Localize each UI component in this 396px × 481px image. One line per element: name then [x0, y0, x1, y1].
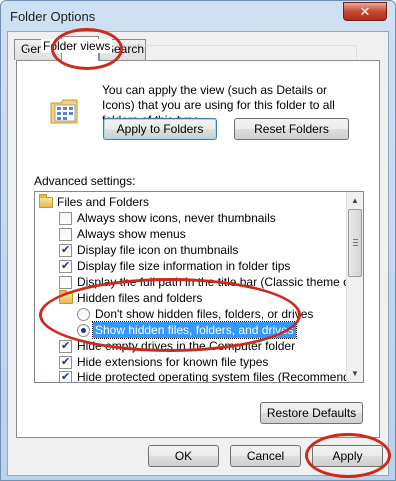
scrollbar-thumb[interactable] — [348, 209, 362, 277]
tree-label: Always show icons, never thumbnails — [77, 211, 276, 225]
folder-options-window: Folder Options ✕ General View Search Fol… — [0, 0, 396, 481]
checkbox-checked[interactable] — [59, 369, 72, 382]
radio-unselected[interactable] — [77, 308, 90, 321]
tree-label: Hide extensions for known file types — [77, 355, 269, 369]
tree-label: Display file size information in folder … — [77, 259, 291, 273]
folder-views-legend: Folder views — [41, 39, 113, 53]
advanced-settings-label: Advanced settings: — [34, 174, 136, 188]
title-bar[interactable]: Folder Options ✕ — [1, 1, 395, 31]
radio-selected[interactable] — [77, 324, 90, 337]
tree-label: Display file icon on thumbnails — [77, 243, 239, 257]
tree-label: Hide empty drives in the Computer folder — [77, 339, 296, 353]
checkbox-checked[interactable] — [59, 258, 72, 274]
tree-label: Hide protected operating system files (R… — [77, 370, 364, 383]
reset-folders-button[interactable]: Reset Folders — [234, 118, 349, 140]
checkbox-unchecked[interactable] — [59, 228, 72, 241]
tree-label: Files and Folders — [57, 195, 150, 209]
tree-label-selected: Show hidden files, folders, and drives — [92, 321, 297, 339]
window-title: Folder Options — [10, 9, 96, 24]
ok-button[interactable]: OK — [148, 445, 219, 467]
tree-label: Don't show hidden files, folders, or dri… — [95, 307, 314, 321]
advanced-settings-tree[interactable]: Files and Folders Always show icons, nev… — [34, 191, 364, 383]
scroll-down-icon[interactable]: ▼ — [347, 365, 363, 382]
vertical-scrollbar[interactable]: ▲ ▼ — [346, 192, 363, 382]
tree-label: Always show menus — [77, 227, 186, 241]
folder-views-icon — [50, 99, 78, 124]
scroll-up-icon[interactable]: ▲ — [347, 192, 363, 209]
checkbox-unchecked[interactable] — [59, 212, 72, 225]
close-button[interactable]: ✕ — [343, 2, 387, 21]
folder-icon — [59, 290, 73, 304]
restore-defaults-button[interactable]: Restore Defaults — [260, 402, 363, 424]
checkbox-unchecked[interactable] — [59, 276, 72, 289]
cancel-button[interactable]: Cancel — [230, 445, 301, 467]
apply-to-folders-button[interactable]: Apply to Folders — [103, 118, 217, 140]
tree-label: Hidden files and folders — [77, 291, 203, 305]
checkbox-checked[interactable] — [59, 242, 72, 258]
apply-button[interactable]: Apply — [312, 445, 383, 467]
checkbox-checked[interactable] — [59, 338, 72, 354]
grip-icon — [353, 239, 358, 246]
folder-icon — [39, 194, 53, 208]
checkbox-checked[interactable] — [59, 354, 72, 370]
tree-label: Display the full path in the title bar (… — [77, 275, 364, 289]
